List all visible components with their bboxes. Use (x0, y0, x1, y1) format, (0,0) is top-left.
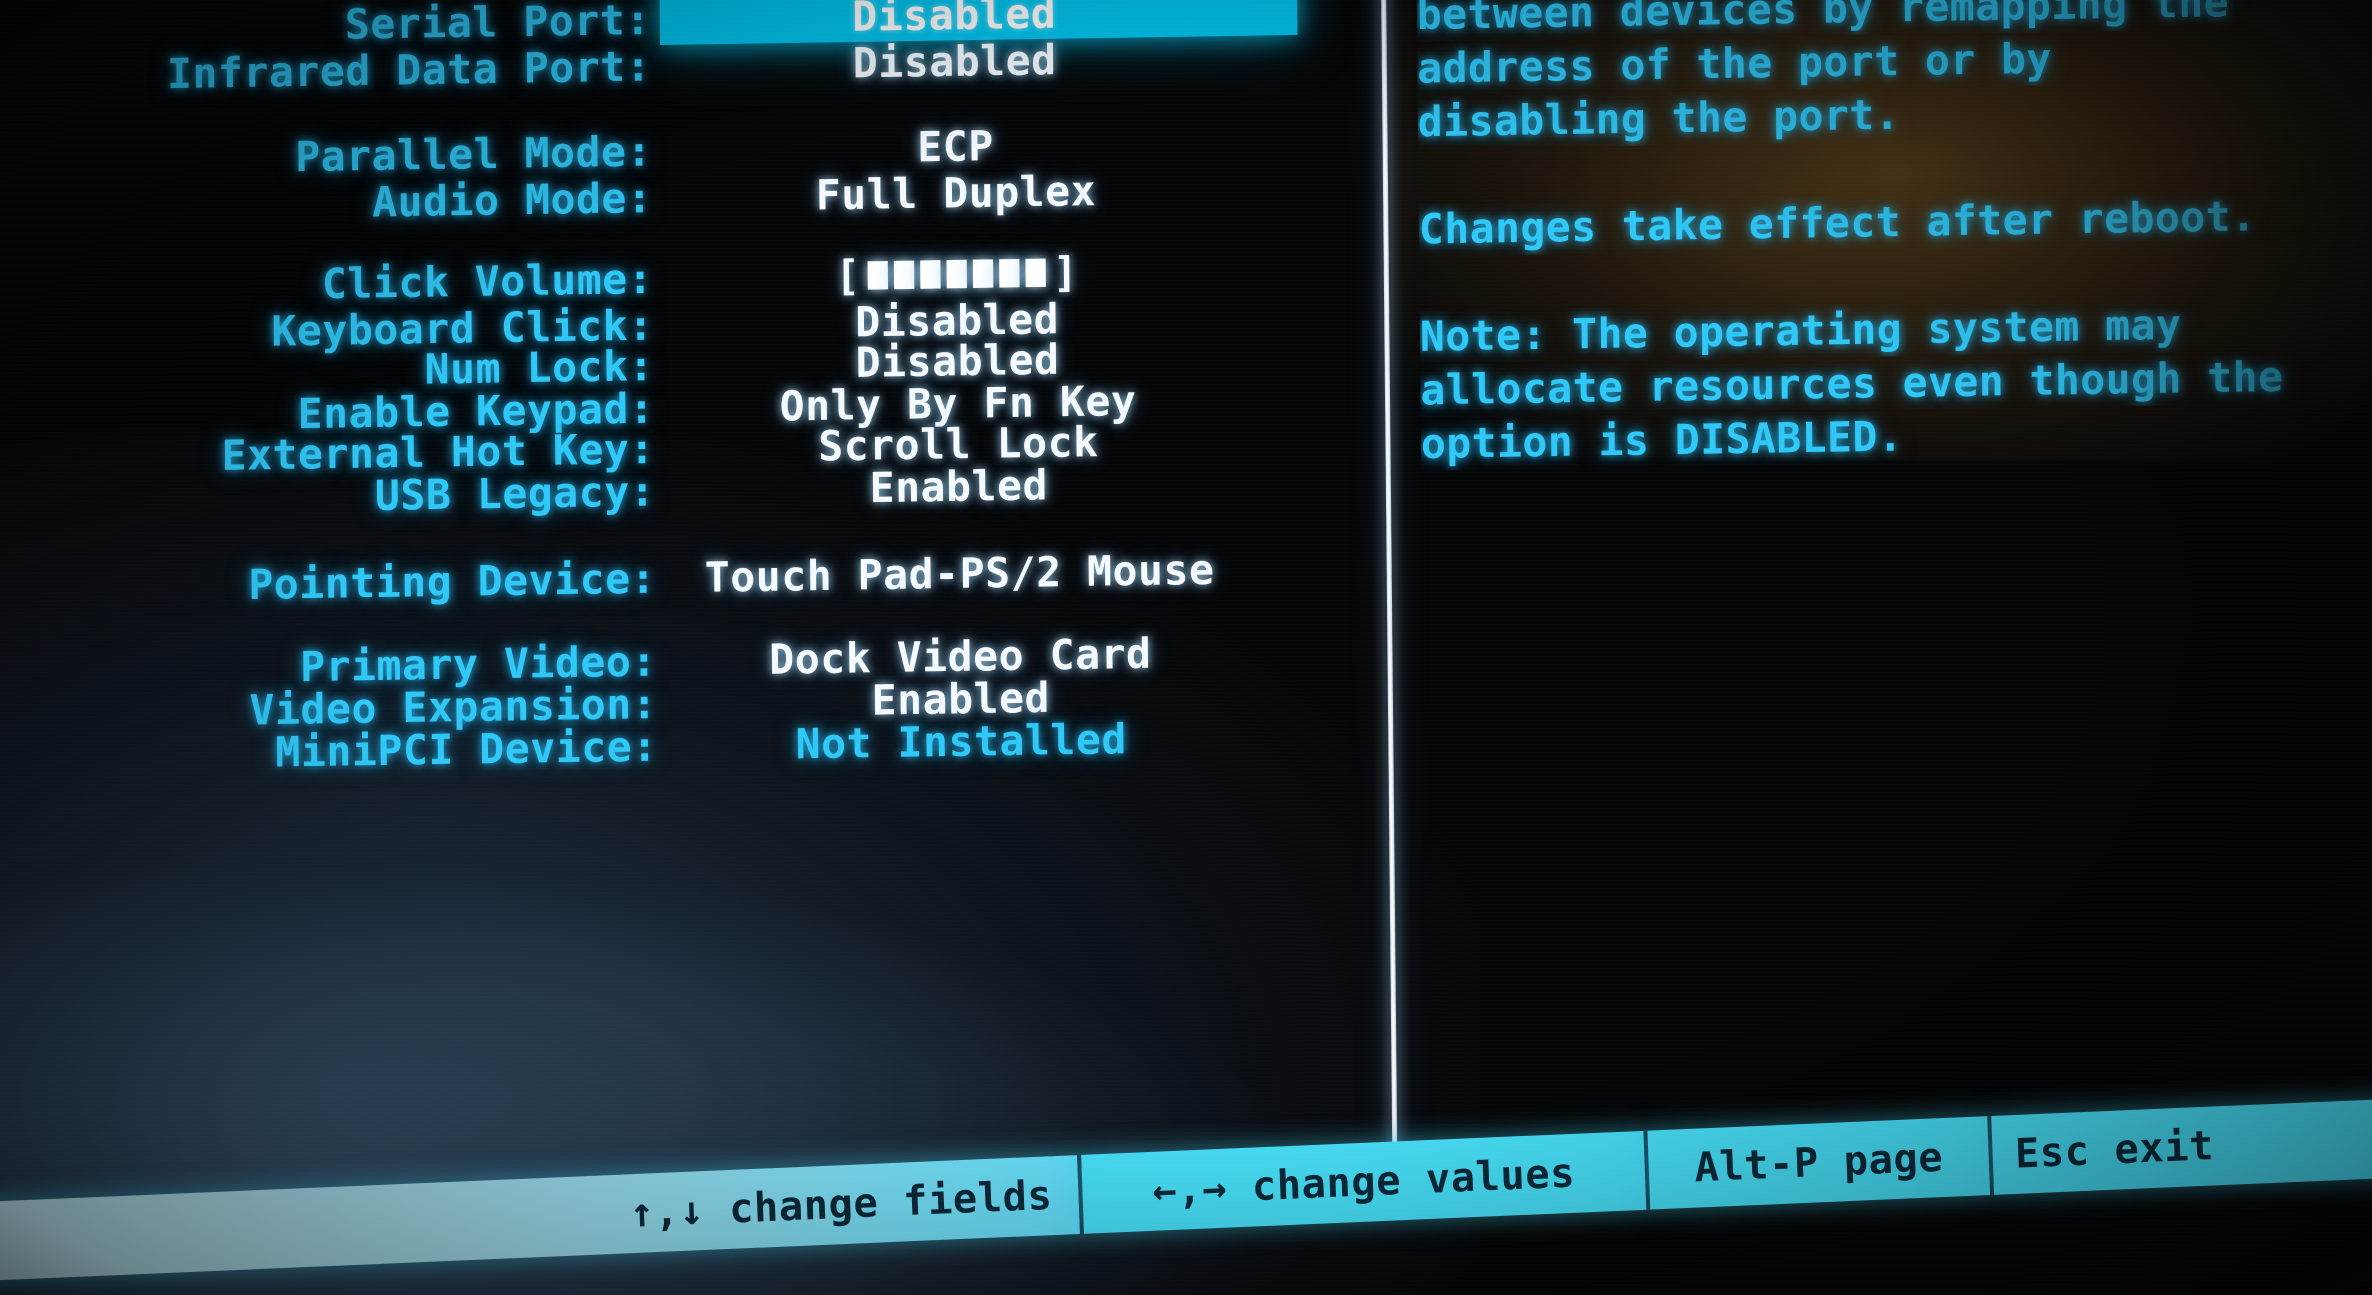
legend-key: Alt-P (1693, 1139, 1820, 1192)
legend-gap (1818, 1139, 1845, 1187)
legend-action: change fields (728, 1172, 1054, 1233)
meter-block (920, 260, 941, 289)
click-volume-meter[interactable]: [] (835, 248, 1079, 300)
setting-label-minipci-device: MiniPCI Device: (275, 722, 658, 777)
screen-content-plate: Serial Port: Disabled Infrared Data Port: D… (0, 0, 2372, 1295)
setting-value-infrared-data-port[interactable]: Disabled (651, 31, 1375, 91)
legend-key: Esc (2014, 1128, 2091, 1178)
settings-list: Serial Port: Disabled Infrared Data Port: D… (0, 0, 1385, 1185)
setting-value-minipci-device[interactable]: Not Installed (657, 711, 1381, 771)
setting-label-audio-mode: Audio Mode: (371, 173, 653, 227)
meter-block (946, 259, 967, 289)
setting-value-text: Full Duplex (815, 166, 1097, 220)
setting-value-pointing-device[interactable]: Touch Pad-PS/2 Mouse (656, 543, 1380, 603)
legend-action: page (1842, 1134, 1944, 1186)
setting-value-text: ECP (917, 121, 994, 172)
meter-block (999, 258, 1020, 288)
legend-item-exit[interactable]: Esc exit (1991, 1095, 2372, 1195)
setting-value-text: Disabled (852, 35, 1057, 88)
setting-value-audio-mode[interactable]: Full Duplex (652, 162, 1376, 222)
meter-blocks (867, 258, 1046, 290)
setting-value-text: Not Installed (795, 714, 1128, 769)
setting-value-usb-legacy[interactable]: Enabled (655, 456, 1379, 516)
legend-action: change values (1251, 1150, 1576, 1211)
meter-bracket-left: [ (834, 251, 861, 301)
setting-label-infrared-data-port: Infrared Data Port: (166, 42, 652, 99)
setting-value-text: Enabled (869, 460, 1049, 513)
setting-value-text: Touch Pad-PS/2 Mouse (704, 545, 1215, 602)
meter-block (867, 260, 889, 290)
bios-setup-screen: Serial Port: Disabled Infrared Data Port: D… (0, 0, 2372, 1295)
legend-action: exit (2113, 1122, 2215, 1174)
legend-key: ↑,↓ (628, 1187, 706, 1237)
legend-item-page[interactable]: Alt-P page (1647, 1115, 1995, 1210)
setting-label-usb-legacy: USB Legacy: (374, 467, 656, 521)
meter-block (972, 259, 994, 288)
meter-bracket-right: ] (1052, 247, 1079, 297)
legend-gap (703, 1186, 730, 1234)
setting-label-pointing-device: Pointing Device: (248, 554, 657, 610)
legend-gap (2089, 1127, 2116, 1175)
legend-key: ←,→ (1151, 1164, 1228, 1215)
setting-row-pointing-device[interactable]: Pointing Device: Touch Pad-PS/2 Mouse (0, 544, 1380, 612)
help-panel: between devices by remapping the address … (1416, 0, 2372, 471)
setting-value-text: Disabled (852, 0, 1057, 41)
meter-block (893, 260, 915, 290)
legend-gap (1226, 1164, 1253, 1212)
meter-block (1025, 258, 1046, 288)
